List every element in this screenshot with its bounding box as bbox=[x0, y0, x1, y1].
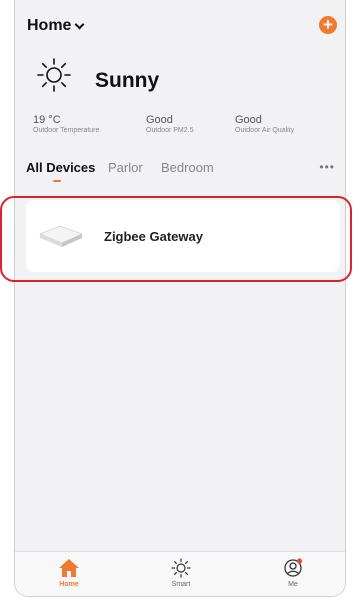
sun-icon bbox=[37, 58, 71, 92]
home-selector[interactable]: Home bbox=[27, 17, 85, 35]
stat-caption: Outdoor PM2.5 bbox=[146, 127, 194, 134]
app-screen: Home + Sunny 19 °C Outdoor Temperature G… bbox=[14, 0, 346, 597]
sun-icon bbox=[171, 558, 191, 578]
bottom-nav: Home Smart Me bbox=[15, 551, 345, 596]
stat-value: Good bbox=[235, 114, 262, 126]
tab-bedroom[interactable]: Bedroom bbox=[161, 160, 214, 175]
stat-temperature: 19 °C Outdoor Temperature bbox=[33, 114, 99, 134]
stat-air-quality: Good Outdoor Air Quality bbox=[235, 114, 294, 134]
active-tab-indicator bbox=[53, 180, 61, 182]
stat-caption: Outdoor Temperature bbox=[33, 127, 100, 134]
weather-condition: Sunny bbox=[95, 69, 160, 92]
top-bar: Home + bbox=[15, 0, 345, 44]
add-device-button[interactable]: + bbox=[319, 16, 337, 34]
nav-smart[interactable]: Smart bbox=[151, 558, 211, 588]
device-name: Zigbee Gateway bbox=[104, 229, 203, 244]
nav-label: Home bbox=[59, 581, 79, 588]
user-icon bbox=[284, 558, 303, 577]
stat-caption: Outdoor Air Quality bbox=[235, 127, 295, 134]
stat-value: Good bbox=[146, 114, 173, 126]
nav-label: Me bbox=[288, 581, 298, 588]
device-card-zigbee-gateway[interactable]: Zigbee Gateway bbox=[26, 200, 340, 272]
more-icon[interactable]: ••• bbox=[319, 160, 335, 174]
tab-parlor[interactable]: Parlor bbox=[108, 160, 143, 175]
room-tabs: All Devices Parlor Bedroom ••• bbox=[15, 158, 345, 188]
stat-pm25: Good Outdoor PM2.5 bbox=[146, 114, 193, 134]
weather-panel: Sunny 19 °C Outdoor Temperature Good Out… bbox=[15, 52, 345, 142]
home-icon bbox=[59, 559, 79, 577]
nav-label: Smart bbox=[171, 581, 191, 588]
nav-me[interactable]: Me bbox=[263, 558, 323, 588]
stat-value: 19 °C bbox=[33, 114, 61, 126]
chevron-down-icon bbox=[75, 19, 85, 29]
home-title: Home bbox=[27, 17, 72, 34]
gateway-icon bbox=[38, 225, 84, 247]
nav-home[interactable]: Home bbox=[39, 558, 99, 588]
plus-circle-icon: + bbox=[323, 15, 333, 34]
tab-all-devices[interactable]: All Devices bbox=[26, 160, 95, 175]
